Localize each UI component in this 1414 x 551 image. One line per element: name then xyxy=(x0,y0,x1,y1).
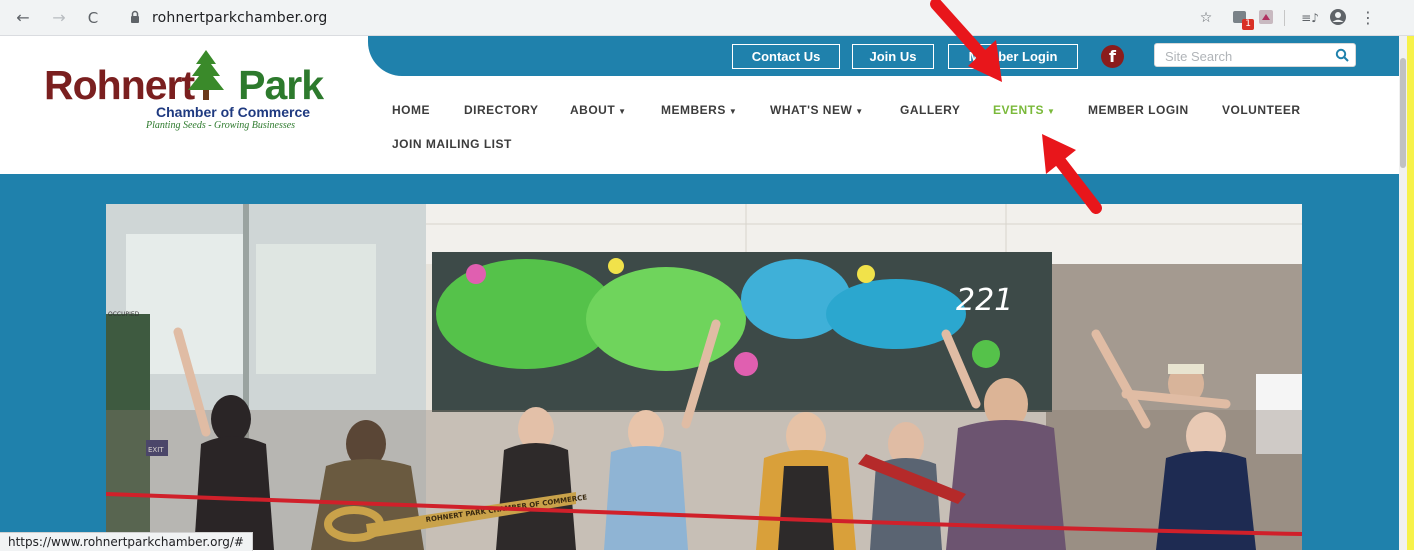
chevron-down-icon: ▼ xyxy=(1047,107,1056,116)
annotation-arrow-down-icon xyxy=(930,0,1002,82)
nav-members[interactable]: MEMBERS ▼ xyxy=(661,103,737,117)
chevron-down-icon: ▼ xyxy=(618,107,627,116)
pdf-extension-icon[interactable] xyxy=(1256,8,1276,28)
annotation-arrow-up-icon xyxy=(1042,134,1102,214)
bookmark-star-icon[interactable]: ☆ xyxy=(1196,8,1216,28)
site-search-input[interactable] xyxy=(1155,44,1337,68)
nav-gallery[interactable]: GALLERY xyxy=(900,103,960,117)
hero-section: EXIT OCCUPIED 221 ROHNERT PARK CHAMBER O… xyxy=(0,174,1399,550)
search-icon[interactable] xyxy=(1335,48,1349,62)
toolbar-divider xyxy=(1284,10,1285,26)
lock-icon xyxy=(131,10,139,23)
chevron-down-icon: ▼ xyxy=(728,107,738,116)
nav-about[interactable]: ABOUT ▼ xyxy=(570,103,627,117)
browser-toolbar: ← → C rohnertparkchamber.org ☆ 1 ≡♪ ⋮ xyxy=(0,0,1414,36)
nav-events-label: EVENTS xyxy=(993,103,1045,117)
logo-subtitle: Chamber of Commerce xyxy=(156,104,311,120)
logo-name-rohnert: Rohnert xyxy=(44,62,195,108)
page-edge-strip xyxy=(1407,36,1414,550)
logo-tagline: Planting Seeds - Growing Businesses xyxy=(146,120,296,131)
utility-bar: Contact Us Join Us Member Login f xyxy=(368,36,1399,76)
nav-events[interactable]: EVENTS ▼ xyxy=(993,103,1055,117)
profile-icon[interactable] xyxy=(1328,8,1348,28)
join-us-button[interactable]: Join Us xyxy=(852,44,934,69)
door-sign: OCCUPIED xyxy=(108,311,140,318)
url-text: rohnertparkchamber.org xyxy=(152,10,328,26)
pine-tree-icon xyxy=(188,50,224,100)
forward-icon[interactable]: → xyxy=(48,7,70,29)
back-icon[interactable]: ← xyxy=(12,7,34,29)
extension-badge: 1 xyxy=(1242,19,1254,30)
media-playlist-icon[interactable]: ≡♪ xyxy=(1300,8,1320,28)
link-status-tooltip: https://www.rohnertparkchamber.org/# xyxy=(0,532,253,551)
contact-us-button[interactable]: Contact Us xyxy=(732,44,840,69)
nav-about-label: ABOUT xyxy=(570,103,616,117)
site-header: Rohnert Park Chamber of Commerce Planting… xyxy=(0,36,1399,174)
photo-illustration: EXIT OCCUPIED 221 ROHNERT PARK CHAMBER O… xyxy=(106,204,1302,550)
page-scrollbar[interactable] xyxy=(1399,36,1407,550)
nav-whats-new[interactable]: WHAT'S NEW ▼ xyxy=(770,103,864,117)
ribbon-cutting-photo: EXIT OCCUPIED 221 ROHNERT PARK CHAMBER O… xyxy=(106,204,1302,550)
extension-icon[interactable]: 1 xyxy=(1230,8,1254,30)
site-search[interactable] xyxy=(1154,43,1356,68)
chamber-logo[interactable]: Rohnert Park Chamber of Commerce Planting… xyxy=(44,50,364,160)
address-bar[interactable]: rohnertparkchamber.org xyxy=(118,5,1308,31)
browser-menu-icon[interactable]: ⋮ xyxy=(1358,8,1378,28)
wall-number: 221 xyxy=(956,283,1013,318)
nav-members-label: MEMBERS xyxy=(661,103,726,117)
nav-volunteer[interactable]: VOLUNTEER xyxy=(1222,103,1301,117)
scrollbar-thumb[interactable] xyxy=(1400,58,1406,168)
facebook-icon[interactable]: f xyxy=(1101,45,1124,68)
nav-directory[interactable]: DIRECTORY xyxy=(464,103,539,117)
logo-name-park: Park xyxy=(238,62,324,108)
account-circle-icon xyxy=(1330,9,1346,25)
pdf-icon xyxy=(1259,10,1273,24)
reload-icon[interactable]: C xyxy=(82,7,104,29)
nav-whats-new-label: WHAT'S NEW xyxy=(770,103,853,117)
nav-member-login[interactable]: MEMBER LOGIN xyxy=(1088,103,1189,117)
nav-join-mailing-list[interactable]: JOIN MAILING LIST xyxy=(392,137,512,151)
nav-home[interactable]: HOME xyxy=(392,103,430,117)
chevron-down-icon: ▼ xyxy=(855,107,864,116)
